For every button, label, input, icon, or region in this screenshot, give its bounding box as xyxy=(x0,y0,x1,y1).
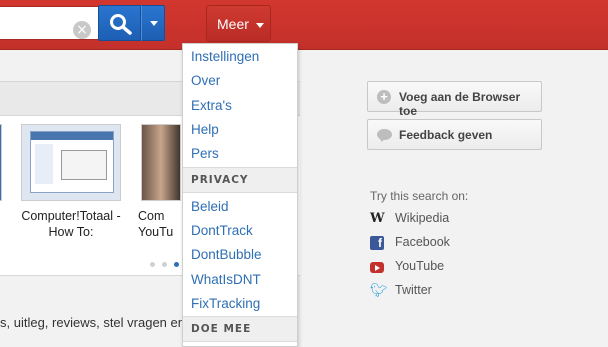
carousel-dot[interactable] xyxy=(162,262,167,267)
menu-item-donttrack[interactable]: DontTrack xyxy=(191,223,253,238)
carousel-dot[interactable] xyxy=(150,262,155,267)
add-to-browser-button[interactable]: + Voeg aan de Browser toe xyxy=(367,81,542,118)
wikipedia-icon: W xyxy=(370,211,385,226)
twitter-icon: 🐦︎ xyxy=(370,283,388,299)
menu-item-extras[interactable]: Extra's xyxy=(191,98,232,113)
magnifier-icon xyxy=(110,14,132,35)
video-thumbnail[interactable] xyxy=(141,124,181,201)
menu-item-beleid[interactable]: Beleid xyxy=(191,199,229,214)
chevron-down-icon xyxy=(256,23,264,28)
add-to-browser-label: Voeg aan de Browser toe xyxy=(399,90,521,118)
result-snippet: s, uitleg, reviews, stel vragen en xyxy=(0,315,185,330)
search-options-dropdown[interactable] xyxy=(141,5,165,41)
menu-section-privacy: PRIVACY xyxy=(183,167,297,193)
more-menu-label: Meer xyxy=(217,16,249,32)
menu-item-dontbubble[interactable]: DontBubble xyxy=(191,247,262,262)
chevron-down-icon xyxy=(150,21,158,26)
video-thumbnail[interactable] xyxy=(21,124,121,201)
facebook-icon: f xyxy=(370,236,384,250)
try-search-label: Try this search on: xyxy=(370,189,469,203)
site-name: YouTube xyxy=(395,259,445,273)
feedback-label: Feedback geven xyxy=(399,128,493,142)
site-name: Twitter xyxy=(395,283,432,297)
top-header: × Meer xyxy=(0,0,608,50)
menu-item-pers[interactable]: Pers xyxy=(191,146,219,161)
carousel-dot-active[interactable] xyxy=(174,262,179,267)
youtube-icon xyxy=(370,262,384,273)
menu-item-fixtracking[interactable]: FixTracking xyxy=(191,296,260,311)
search-input[interactable]: × xyxy=(0,6,100,40)
feedback-button[interactable]: Feedback geven xyxy=(367,119,542,150)
section-label: DOE MEE xyxy=(191,323,252,335)
speech-bubble-icon xyxy=(377,129,392,142)
section-label: PRIVACY xyxy=(191,174,249,186)
search-button[interactable] xyxy=(98,5,141,41)
menu-item-whatisdnt[interactable]: WhatIsDNT xyxy=(191,272,261,287)
menu-item-over[interactable]: Over xyxy=(191,73,220,88)
clear-x-icon[interactable]: × xyxy=(73,21,91,39)
video-caption[interactable]: Computer!Totaal - How To: xyxy=(14,208,128,240)
menu-section-doe-mee: DOE MEE xyxy=(183,316,297,342)
more-menu-button[interactable]: Meer xyxy=(206,5,271,42)
menu-item-instellingen[interactable]: Instellingen xyxy=(191,49,259,64)
video-thumbnail[interactable] xyxy=(0,124,2,201)
more-dropdown-menu: Instellingen Over Extra's Help Pers PRIV… xyxy=(182,43,298,347)
plus-icon: + xyxy=(377,90,391,104)
site-name: Wikipedia xyxy=(395,211,450,225)
menu-item-help[interactable]: Help xyxy=(191,122,219,137)
site-name: Facebook xyxy=(395,235,450,249)
